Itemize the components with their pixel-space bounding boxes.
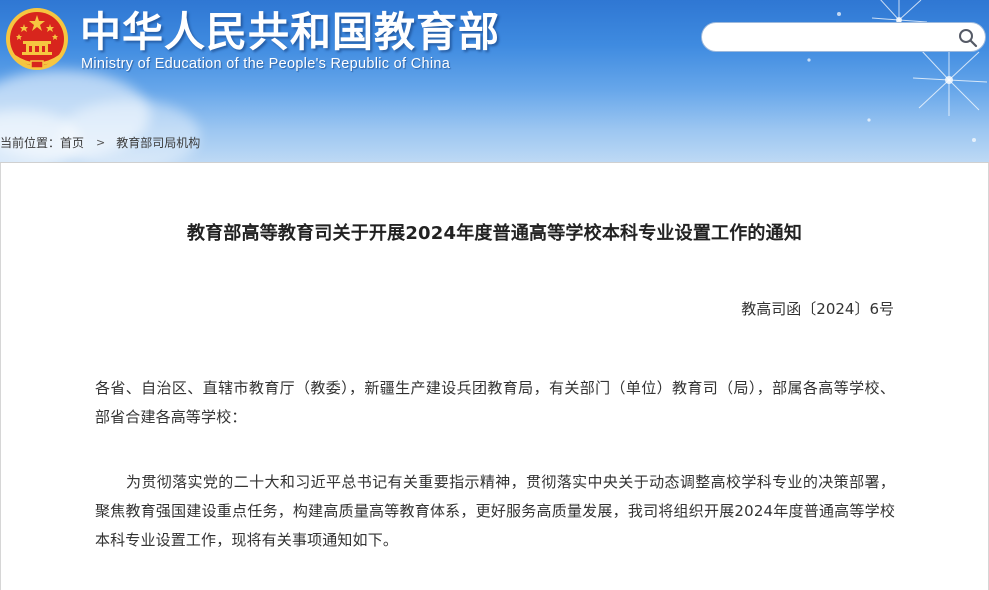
page: 中华人民共和国教育部 Ministry of Education of the …	[0, 0, 989, 590]
search-button[interactable]	[957, 27, 979, 49]
document-number: 教高司函〔2024〕6号	[741, 300, 894, 318]
search-input[interactable]	[714, 27, 958, 49]
site-subtitle-english: Ministry of Education of the People's Re…	[81, 56, 451, 72]
breadcrumb-home-link[interactable]: 首页	[60, 134, 84, 151]
article-container: 教育部高等教育司关于开展2024年度普通高等学校本科专业设置工作的通知 教高司函…	[0, 162, 989, 590]
national-emblem-icon	[6, 8, 68, 70]
breadcrumb-prefix: 当前位置：	[0, 135, 61, 150]
article-paragraph: 为贯彻落实党的二十大和习近平总书记有关重要指示精神，贯彻落实中央关于动态调整高校…	[95, 473, 895, 549]
article-paragraph: 各省、自治区、直辖市教育厅（教委），新疆生产建设兵团教育局，有关部门（单位）教育…	[95, 379, 895, 426]
article-title: 教育部高等教育司关于开展2024年度普通高等学校本科专业设置工作的通知	[186, 223, 803, 244]
breadcrumb-department-link[interactable]: 教育部司局机构	[116, 134, 200, 151]
search-box	[701, 22, 986, 52]
search-icon	[959, 29, 978, 48]
breadcrumb: 当前位置： 首页 > 教育部司局机构	[0, 133, 200, 151]
site-title: 中华人民共和国教育部	[80, 8, 500, 56]
site-header: 中华人民共和国教育部 Ministry of Education of the …	[0, 0, 989, 162]
breadcrumb-separator-icon: >	[96, 135, 106, 149]
